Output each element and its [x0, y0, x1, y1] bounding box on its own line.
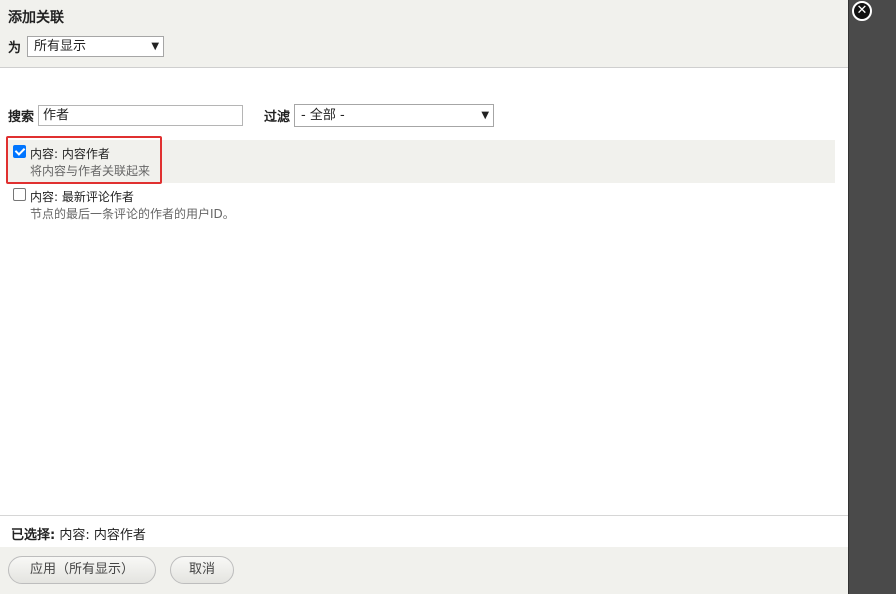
button-bar: 应用（所有显示） 取消: [0, 547, 848, 594]
close-icon[interactable]: ✕: [852, 1, 872, 21]
selected-text: 已选择: 内容: 内容作者: [11, 524, 146, 543]
dialog-header: 添加关联 为 所有显示 ▼: [0, 0, 848, 68]
display-select[interactable]: 所有显示 ▼: [27, 36, 165, 57]
add-relationship-dialog: 添加关联 为 所有显示 ▼ 搜索 作者 过滤 - 全部 - ▼ 内容: 内容作者…: [0, 0, 849, 594]
search-row: 搜索 作者 过滤 - 全部 - ▼: [8, 104, 495, 127]
apply-button[interactable]: 应用（所有显示）: [8, 556, 156, 584]
cancel-button[interactable]: 取消: [170, 556, 234, 584]
option-description: 将内容与作者关联起来: [30, 164, 151, 178]
option-description: 节点的最后一条评论的作者的用户ID。: [30, 207, 235, 221]
option-title: 内容: 内容作者: [30, 147, 110, 161]
display-for-label: 为: [8, 41, 22, 56]
search-label: 搜索: [8, 110, 35, 125]
option-title: 内容: 最新评论作者: [30, 190, 134, 204]
chevron-down-icon: ▼: [481, 110, 490, 121]
option-checkbox[interactable]: [13, 145, 26, 158]
display-for-row: 为 所有显示 ▼: [8, 36, 165, 57]
filter-label: 过滤: [264, 110, 291, 125]
search-input[interactable]: 作者: [38, 105, 244, 126]
selected-value: 内容: 内容作者: [59, 528, 146, 543]
filter-select[interactable]: - 全部 - ▼: [294, 104, 495, 127]
filter-select-value: - 全部 -: [301, 108, 345, 123]
selected-label: 已选择:: [11, 528, 56, 543]
option-checkbox[interactable]: [13, 188, 26, 201]
display-select-value: 所有显示: [34, 39, 87, 54]
relationship-option-content-author[interactable]: 内容: 内容作者 将内容与作者关联起来: [8, 140, 835, 183]
chevron-down-icon: ▼: [151, 41, 160, 52]
relationship-option-last-comment-author[interactable]: 内容: 最新评论作者 节点的最后一条评论的作者的用户ID。: [8, 183, 835, 225]
selected-summary: 已选择: 内容: 内容作者: [0, 515, 848, 548]
dialog-title: 添加关联: [8, 10, 64, 26]
